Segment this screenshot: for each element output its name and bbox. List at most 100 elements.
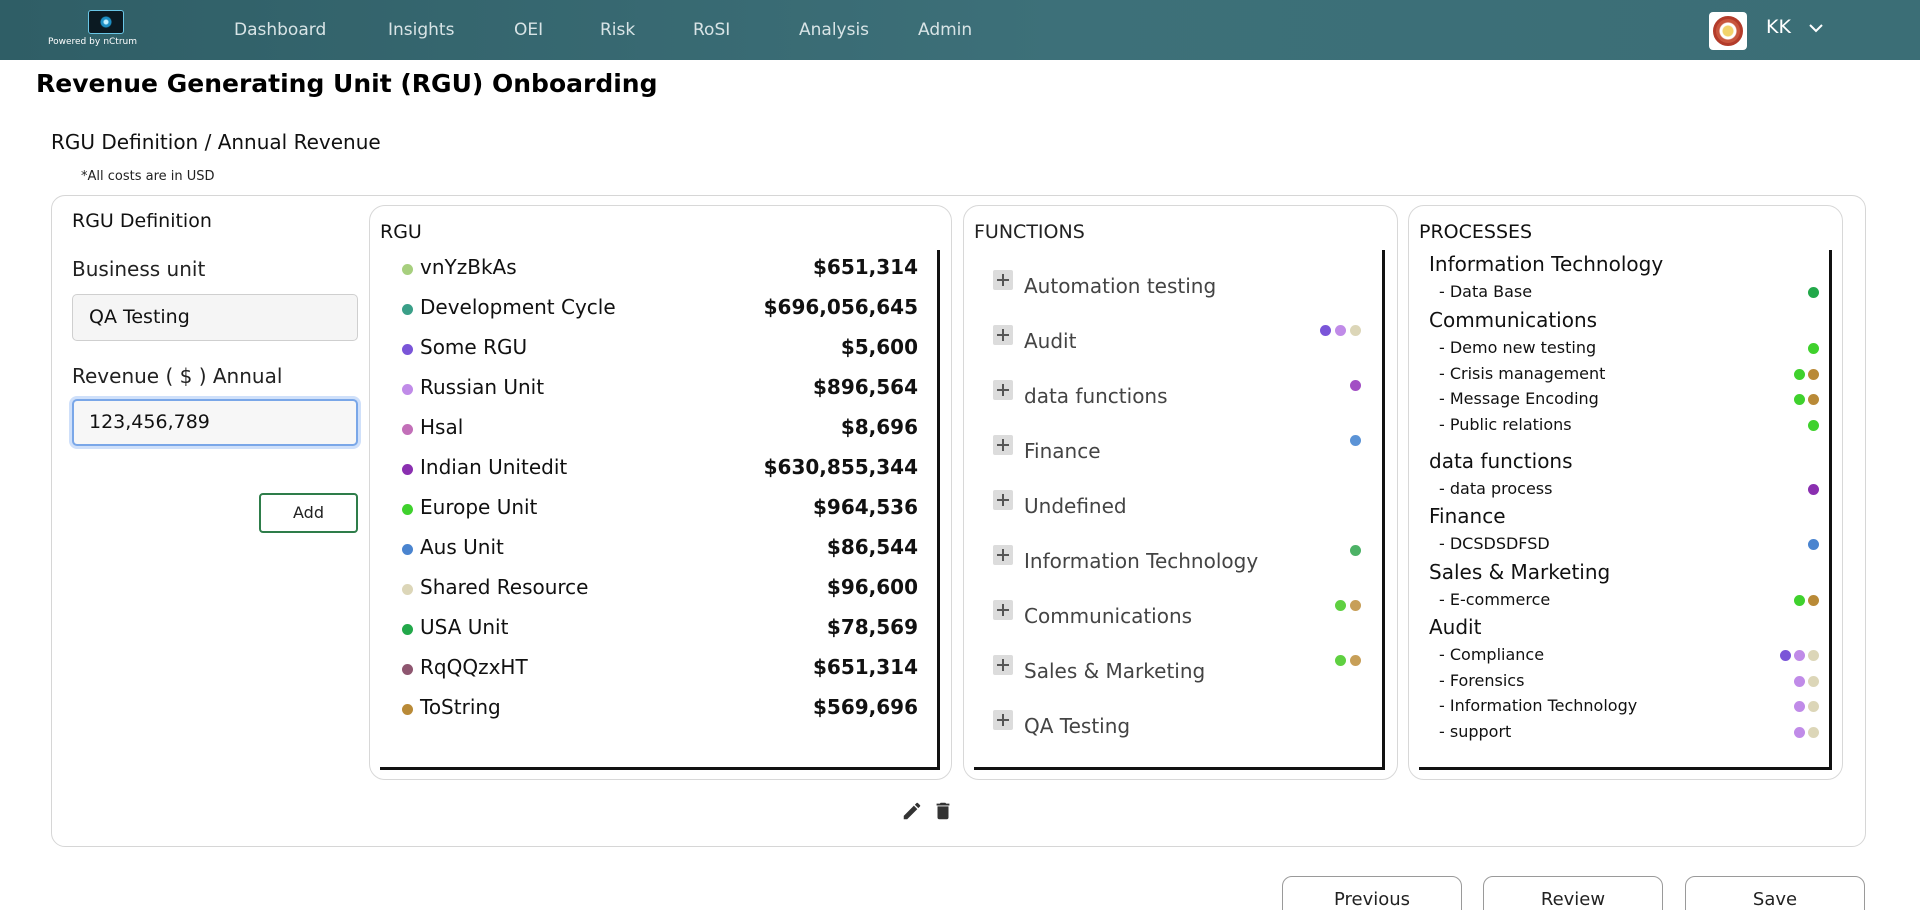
expand-plus-icon[interactable] — [993, 655, 1013, 675]
process-item[interactable]: - Data Base — [1439, 282, 1819, 304]
process-item[interactable]: - Crisis management — [1439, 364, 1819, 386]
rgu-row[interactable]: Shared Resource $96,600 — [402, 575, 918, 605]
expand-plus-icon[interactable] — [993, 380, 1013, 400]
previous-button[interactable]: Previous — [1282, 876, 1462, 910]
function-row[interactable]: QA Testing — [993, 710, 1361, 744]
nav-rosi[interactable]: RoSI — [693, 0, 730, 60]
chevron-down-icon[interactable] — [1808, 20, 1824, 36]
business-unit-label: Business unit — [72, 257, 206, 281]
process-item[interactable]: - DCSDSDFSD — [1439, 534, 1819, 556]
color-dot — [1808, 287, 1819, 298]
logo-brand: nCtrum — [103, 37, 138, 47]
rgu-color-dot — [402, 704, 413, 715]
add-button[interactable]: Add — [259, 493, 358, 533]
user-avatar[interactable] — [1709, 12, 1747, 50]
rgu-row[interactable]: Indian Unitedit $630,855,344 — [402, 455, 918, 485]
color-dot — [1808, 419, 1819, 431]
functions-scrollbar[interactable] — [1382, 250, 1385, 770]
delete-trash-icon[interactable] — [932, 800, 954, 822]
process-name: - DCSDSDFSD — [1439, 534, 1550, 553]
function-row[interactable]: Sales & Marketing — [993, 655, 1361, 689]
function-row[interactable]: Finance — [993, 435, 1361, 469]
color-dot — [1320, 325, 1331, 336]
rgu-name: Shared Resource — [420, 575, 589, 599]
color-dot — [1808, 675, 1819, 687]
function-name: Audit — [1024, 329, 1077, 353]
color-dot — [1350, 435, 1361, 446]
color-dot — [1794, 368, 1805, 380]
function-color-dots — [1350, 435, 1361, 446]
process-name: - Message Encoding — [1439, 389, 1599, 408]
function-row[interactable]: Information Technology — [993, 545, 1361, 579]
rgu-row[interactable]: RqQQzxHT $651,314 — [402, 655, 918, 685]
expand-plus-icon[interactable] — [993, 490, 1013, 510]
expand-plus-icon[interactable] — [993, 325, 1013, 345]
process-item[interactable]: - E-commerce — [1439, 590, 1819, 612]
process-item[interactable]: - Information Technology — [1439, 696, 1819, 718]
expand-plus-icon[interactable] — [993, 600, 1013, 620]
rgu-panel — [369, 205, 952, 780]
process-item[interactable]: - Demo new testing — [1439, 338, 1819, 360]
function-row[interactable]: Undefined — [993, 490, 1361, 524]
rgu-color-dot — [402, 664, 413, 675]
rgu-row[interactable]: Russian Unit $896,564 — [402, 375, 918, 405]
process-item[interactable]: - support — [1439, 722, 1819, 744]
rgu-name: Some RGU — [420, 335, 528, 359]
edit-pencil-icon[interactable] — [901, 800, 923, 822]
rgu-row[interactable]: Some RGU $5,600 — [402, 335, 918, 365]
function-name: Finance — [1024, 439, 1101, 463]
process-item[interactable]: - Compliance — [1439, 645, 1819, 667]
process-item[interactable]: - Message Encoding — [1439, 389, 1819, 411]
revenue-input[interactable]: 123,456,789 — [72, 399, 358, 446]
process-name: - Forensics — [1439, 670, 1525, 690]
function-name: Undefined — [1024, 494, 1127, 518]
color-dot — [1794, 701, 1805, 712]
function-row[interactable]: Automation testing — [993, 270, 1361, 304]
process-name: - Data Base — [1439, 282, 1533, 301]
definition-title: RGU Definition — [72, 210, 212, 232]
rgu-color-dot — [402, 504, 413, 515]
color-dot — [1808, 539, 1819, 550]
nav-dashboard[interactable]: Dashboard — [234, 0, 326, 60]
function-row[interactable]: Audit — [993, 325, 1361, 359]
expand-plus-icon[interactable] — [993, 710, 1013, 730]
nav-risk[interactable]: Risk — [600, 0, 635, 60]
function-name: QA Testing — [1024, 714, 1131, 738]
app-logo[interactable]: Powered by nCtrum — [48, 8, 168, 52]
function-row[interactable]: data functions — [993, 380, 1361, 414]
process-color-dots — [1794, 368, 1819, 380]
function-row[interactable]: Communications — [993, 600, 1361, 634]
process-color-dots — [1808, 287, 1819, 298]
process-item[interactable]: - data process — [1439, 479, 1819, 501]
nav-analysis[interactable]: Analysis — [799, 0, 869, 60]
rgu-row[interactable]: Hsal $8,696 — [402, 415, 918, 445]
process-color-dots — [1794, 726, 1819, 738]
process-item[interactable]: - Public relations — [1439, 415, 1819, 437]
function-color-dots — [1335, 600, 1361, 611]
rgu-row[interactable]: Aus Unit $86,544 — [402, 535, 918, 565]
business-unit-field[interactable]: QA Testing — [72, 294, 358, 341]
function-color-dots — [1350, 380, 1361, 391]
user-initials[interactable]: KK — [1766, 16, 1791, 38]
expand-plus-icon[interactable] — [993, 435, 1013, 455]
rgu-row[interactable]: USA Unit $78,569 — [402, 615, 918, 645]
process-name: - Compliance — [1439, 645, 1545, 664]
rgu-row[interactable]: vnYzBkAs $651,314 — [402, 255, 918, 285]
color-dot — [1350, 325, 1361, 336]
review-button[interactable]: Review — [1483, 876, 1663, 910]
nav-insights[interactable]: Insights — [388, 0, 454, 60]
expand-plus-icon[interactable] — [993, 270, 1013, 290]
process-item[interactable]: - Forensics — [1439, 671, 1819, 693]
rgu-row[interactable]: Development Cycle $696,056,645 — [402, 295, 918, 325]
nav-oei[interactable]: OEI — [514, 0, 543, 60]
rgu-scrollbar[interactable] — [937, 250, 940, 770]
expand-plus-icon[interactable] — [993, 545, 1013, 565]
rgu-row[interactable]: Europe Unit $964,536 — [402, 495, 918, 525]
revenue-label: Revenue ( $ ) Annual — [72, 364, 283, 388]
rgu-name: Russian Unit — [420, 375, 545, 399]
process-color-dots — [1808, 484, 1819, 495]
nav-admin[interactable]: Admin — [918, 0, 972, 60]
save-button[interactable]: Save — [1685, 876, 1865, 910]
processes-scrollbar[interactable] — [1829, 250, 1832, 770]
rgu-row[interactable]: ToString $569,696 — [402, 695, 918, 725]
